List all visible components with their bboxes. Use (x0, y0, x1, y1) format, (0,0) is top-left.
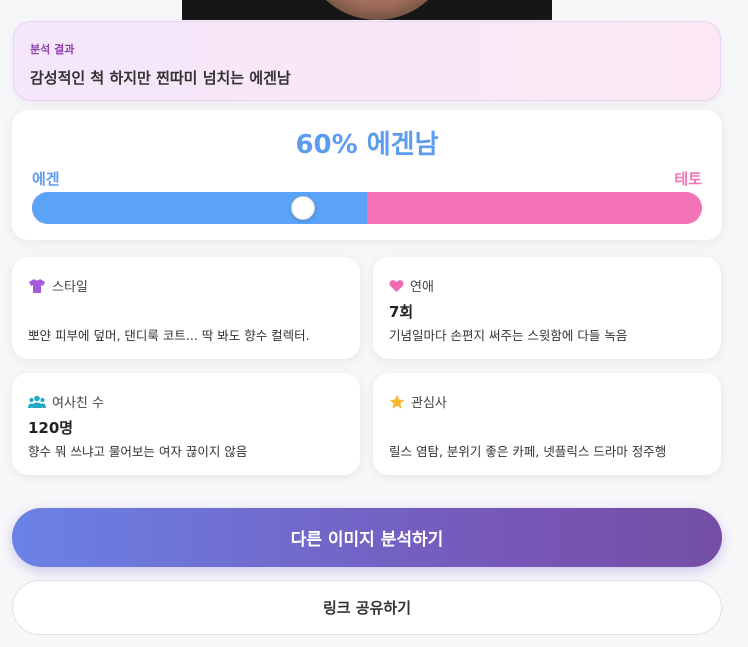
summary-card: 분석 결과 감성적인 척 하지만 찐따미 넘치는 에겐남 (13, 21, 721, 101)
interests-card-title: 관심사 (411, 396, 447, 411)
heart-icon (389, 279, 404, 292)
star-icon (389, 394, 405, 409)
romance-card: 연애 7회 기념일마다 손편지 써주는 스윗함에 다들 녹음 (373, 257, 721, 359)
female-friends-card-value: 120명 (28, 419, 74, 437)
people-icon (28, 395, 46, 408)
egen-teto-meter-card: 60% 에겐남 에겐 테토 (12, 110, 722, 240)
female-friends-card-header: 여사친 수 (28, 392, 104, 411)
romance-card-header: 연애 (389, 276, 434, 295)
style-card-header: 스타일 (28, 276, 88, 295)
meter-left-label: 에겐 (32, 170, 60, 188)
interests-card: 관심사 릴스 염탐, 분위기 좋은 카페, 넷플릭스 드라마 정주행 (373, 373, 721, 475)
summary-label: 분석 결과 (30, 43, 75, 56)
style-card: 스타일 뽀얀 피부에 덮머, 댄디룩 코트... 딱 봐도 향수 컬렉터. (12, 257, 360, 359)
interests-card-header: 관심사 (389, 392, 447, 411)
romance-card-value: 7회 (389, 303, 414, 321)
interests-card-desc: 릴스 염탐, 분위기 좋은 카페, 넷플릭스 드라마 정주행 (389, 444, 667, 459)
share-link-button[interactable]: 링크 공유하기 (12, 580, 722, 635)
romance-card-desc: 기념일마다 손편지 써주는 스윗함에 다들 녹음 (389, 328, 628, 343)
analyze-another-image-button[interactable]: 다른 이미지 분석하기 (12, 508, 722, 567)
shirt-icon (29, 278, 45, 293)
meter-right-label: 테토 (674, 170, 702, 188)
female-friends-card: 여사친 수 120명 향수 뭐 쓰냐고 물어보는 여자 끊이지 않음 (12, 373, 360, 475)
female-friends-card-title: 여사친 수 (52, 396, 104, 411)
romance-card-title: 연애 (410, 280, 434, 295)
female-friends-card-desc: 향수 뭐 쓰냐고 물어보는 여자 끊이지 않음 (28, 444, 248, 459)
profile-photo-face (302, 0, 452, 20)
summary-text: 감성적인 척 하지만 찐따미 넘치는 에겐남 (30, 69, 291, 87)
meter-fill-egen (32, 192, 367, 224)
meter-bar (32, 192, 702, 224)
style-card-title: 스타일 (52, 280, 88, 295)
style-card-desc: 뽀얀 피부에 덮머, 댄디룩 코트... 딱 봐도 향수 컬렉터. (28, 328, 310, 343)
profile-photo (182, 0, 552, 20)
meter-title: 60% 에겐남 (295, 130, 439, 160)
